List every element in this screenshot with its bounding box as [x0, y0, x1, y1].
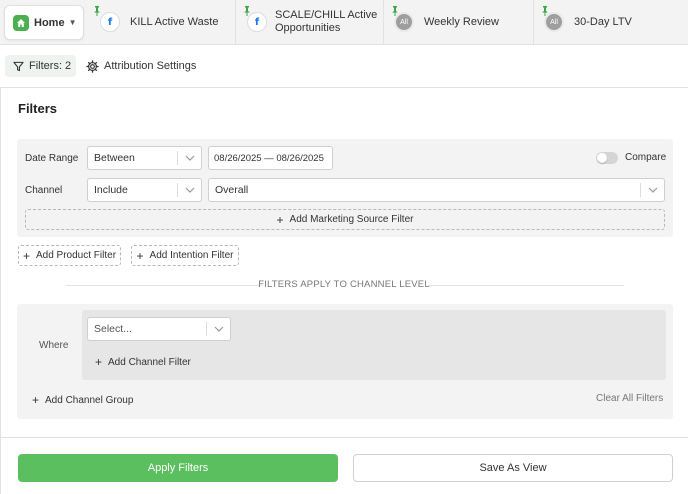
filters-toggle-button[interactable]: Filters: 2	[5, 55, 76, 77]
attribution-settings-label: Attribution Settings	[104, 60, 197, 72]
add-product-filter-label: Add Product Filter	[35, 250, 117, 261]
pin-icon	[94, 6, 100, 16]
filter-icon	[13, 61, 24, 71]
pin-icon	[542, 6, 548, 16]
pin-icon	[244, 6, 250, 16]
tab-label: SCALE/CHILL Active Opportunities	[275, 9, 377, 35]
attribution-settings-button[interactable]: Attribution Settings	[86, 55, 196, 77]
clear-all-filters-link[interactable]: Clear All Filters	[596, 393, 663, 404]
tab-home-label: Home	[34, 16, 65, 29]
tab-bar: Home ▼ f KILL Active Waste f SCALE/CHILL…	[0, 0, 688, 45]
plus-icon: +	[32, 393, 40, 407]
tab-label-line2: Opportunities	[275, 22, 341, 34]
tab-label: KILL Active Waste	[130, 15, 219, 28]
tab-kill-active-waste[interactable]: f KILL Active Waste	[86, 0, 236, 44]
channel-value-select[interactable]: Overall	[208, 178, 665, 202]
date-range-value: 08/26/2025 — 08/26/2025	[214, 152, 324, 164]
channel-label: Channel	[25, 185, 63, 196]
date-range-operator-select[interactable]: Between	[87, 146, 202, 170]
channel-level-divider-text: FILTERS APPLY TO CHANNEL LEVEL	[258, 279, 430, 290]
date-range-operator-value: Between	[94, 152, 135, 164]
date-range-input[interactable]: 08/26/2025 — 08/26/2025	[208, 146, 333, 170]
panel-title: Filters	[18, 101, 58, 116]
tab-label-line1: SCALE/CHILL Active	[275, 9, 378, 21]
add-channel-group-label: Add Channel Group	[45, 394, 134, 406]
gear-icon	[86, 59, 99, 73]
where-label: Where	[39, 340, 69, 351]
channel-filter-select-placeholder: Select...	[94, 323, 132, 335]
chevron-down-icon	[177, 183, 201, 197]
chevron-down-icon	[640, 183, 664, 197]
footer-separator	[0, 437, 688, 438]
add-marketing-source-filter-button[interactable]: + Add Marketing Source Filter	[25, 209, 665, 230]
plus-icon: +	[95, 355, 103, 369]
channel-filter-select[interactable]: Select...	[87, 317, 231, 341]
home-icon	[13, 14, 29, 31]
plus-icon: +	[276, 212, 284, 227]
compare-label: Compare	[625, 152, 667, 163]
filters-count-label: Filters: 2	[29, 60, 72, 72]
tab-label: 30-Day LTV	[574, 15, 632, 28]
tab-scale-chill-active-opportunities[interactable]: f SCALE/CHILL Active Opportunities	[236, 0, 384, 44]
toolbar: Filters: 2 Attribution Settings	[0, 45, 688, 88]
tab-home[interactable]: Home ▼	[4, 5, 84, 40]
chevron-down-icon	[177, 151, 201, 165]
chevron-down-icon[interactable]: ▼	[69, 18, 77, 27]
tab-weekly-review[interactable]: All Weekly Review	[384, 0, 534, 44]
save-as-view-button[interactable]: Save As View	[353, 454, 673, 482]
add-channel-filter-button[interactable]: + Add Channel Filter	[95, 355, 191, 369]
add-intention-filter-label: Add Intention Filter	[149, 250, 234, 261]
add-channel-group-button[interactable]: + Add Channel Group	[32, 393, 133, 407]
panel-left-border	[0, 88, 1, 494]
date-range-label: Date Range	[25, 153, 79, 164]
add-marketing-source-filter-label: Add Marketing Source Filter	[289, 214, 414, 225]
facebook-icon: f	[100, 12, 120, 32]
chevron-down-icon	[206, 322, 230, 336]
add-intention-filter-button[interactable]: + Add Intention Filter	[131, 245, 239, 266]
plus-icon: +	[136, 248, 144, 263]
tab-label: Weekly Review	[424, 15, 499, 28]
plus-icon: +	[22, 248, 30, 263]
channel-operator-value: Include	[94, 184, 128, 196]
add-product-filter-button[interactable]: + Add Product Filter	[18, 245, 121, 266]
channel-value: Overall	[215, 184, 249, 196]
compare-toggle[interactable]	[596, 152, 618, 164]
pin-icon	[392, 6, 398, 16]
add-channel-filter-label: Add Channel Filter	[108, 356, 191, 368]
apply-filters-button[interactable]: Apply Filters	[18, 454, 338, 482]
channel-operator-select[interactable]: Include	[87, 178, 202, 202]
tab-30-day-ltv[interactable]: All 30-Day LTV	[534, 0, 688, 44]
toggle-knob	[597, 153, 607, 163]
